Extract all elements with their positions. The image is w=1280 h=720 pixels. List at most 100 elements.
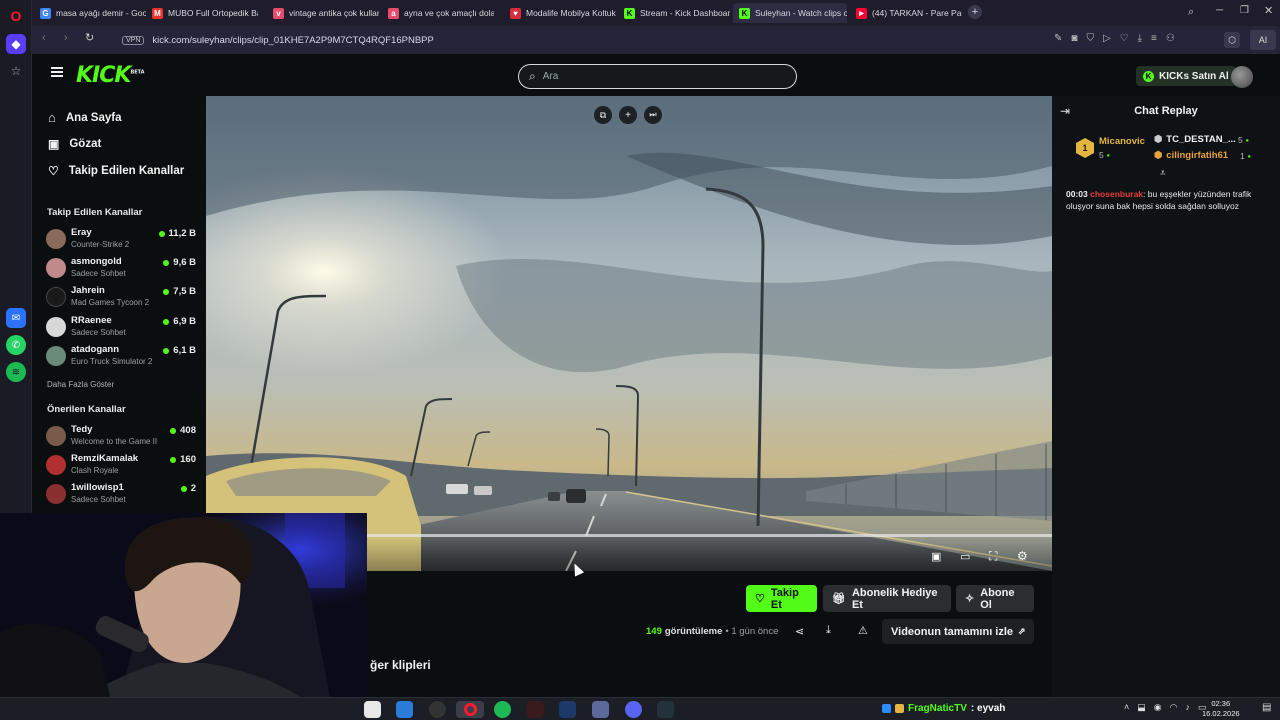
file-explorer-icon[interactable] [364, 701, 381, 718]
tab-google[interactable]: Gmasa ayağı demir - Googl [34, 3, 146, 23]
followed-channel[interactable]: asmongold Sadece Sohbet 9,6 B [46, 255, 196, 281]
webcam-frame [0, 513, 367, 697]
vpn-badge[interactable]: VPN [122, 35, 145, 45]
aria-icon[interactable]: ◆ [6, 34, 26, 54]
tray-arrow-icon[interactable]: ˄ [1124, 702, 1129, 713]
url-text[interactable]: kick.com/suleyhan/clips/clip_01KHE7A2P9M… [152, 35, 433, 46]
pip-icon[interactable]: ▣ [931, 550, 941, 563]
network-app-icon[interactable] [592, 701, 609, 718]
tray-app-icon[interactable]: ⬓ [1137, 702, 1146, 713]
reload-icon[interactable]: ↻ [85, 31, 94, 44]
skip-icon[interactable]: ⏭ [644, 106, 662, 124]
restore-icon[interactable]: ❐ [1240, 5, 1249, 16]
spotify-icon[interactable]: ≋ [6, 362, 26, 382]
notifications-icon[interactable]: ▤ [1262, 702, 1271, 713]
theater-mode-icon[interactable]: ▭ [960, 550, 970, 563]
nav-home[interactable]: ⌂ Ana Sayfa [48, 110, 121, 125]
gift-sub-button[interactable]: 🎁︎ Abonelik Hediye Et [823, 585, 951, 612]
channel-category: Welcome to the Game II [71, 437, 158, 446]
messenger-icon[interactable]: ✉ [6, 308, 26, 328]
report-icon[interactable]: ⚠ [858, 624, 868, 637]
new-tab-icon[interactable]: + [968, 5, 982, 19]
extensions-icon[interactable]: ⬡ [1224, 32, 1240, 48]
video-player[interactable]: ⧉ + ⏭ ▣ ▭ ⛶ ⚙ [206, 96, 1052, 571]
download-clip-icon[interactable]: ⤓ [826, 624, 831, 637]
recommended-channel[interactable]: 1willowisp1 Sadece Sohbet 2 [46, 481, 196, 507]
kick-logo[interactable]: KICKBETA [76, 63, 145, 88]
leader-row[interactable]: ⬢ TC_DESTAN_... [1154, 134, 1236, 145]
add-clip-icon[interactable]: + [619, 106, 637, 124]
download-icon[interactable]: ⤓ [1138, 33, 1142, 44]
ai-button[interactable]: AI [1250, 30, 1276, 50]
heart-outline-icon[interactable]: ♡ [1120, 33, 1129, 44]
leader-name: cilingirfatih61 [1166, 150, 1229, 161]
opera-taskbar-button[interactable] [456, 701, 484, 718]
leader-count-value: 1 [1240, 151, 1245, 161]
back-icon[interactable]: ‹ [42, 32, 46, 44]
pinboard-icon[interactable]: ☆ [6, 61, 26, 81]
leader-name[interactable]: Micanovic [1099, 136, 1145, 147]
channel-category: Counter-Strike 2 [71, 240, 130, 249]
clock[interactable]: 02:36 16.02.2026 [1202, 699, 1240, 719]
leader-row[interactable]: ⬢ cilingirfatih61 [1154, 150, 1228, 161]
obs-icon[interactable] [429, 701, 446, 718]
recommended-channel[interactable]: Tedy Welcome to the Game II 408 [46, 423, 196, 449]
expand-leaderboard-icon[interactable]: ⩡ [1160, 168, 1166, 179]
nav-browse[interactable]: ▣ Gözat [48, 137, 101, 151]
subscribe-button[interactable]: ✧ Abone Ol [956, 585, 1034, 612]
volume-icon[interactable]: ♪ [1186, 702, 1191, 713]
followed-channel[interactable]: Jahrein Mad Games Tycoon 2 7,5 B [46, 284, 196, 310]
tab-label: MUBO Full Ortopedik Baz [168, 8, 258, 18]
tab-ayna[interactable]: a ayna ve çok amaçlı dolap [382, 3, 494, 23]
tab-modalife[interactable]: ♥ Modalife Mobilya Koltuk, [504, 3, 616, 23]
tab-youtube[interactable]: ▶ (44) TARKAN - Pare Pare ( [850, 3, 962, 23]
forward-icon[interactable]: › [64, 32, 68, 44]
close-window-icon[interactable]: ✕ [1264, 4, 1273, 17]
settings-icon[interactable]: ⚙ [1017, 549, 1028, 563]
webcam-overlay [0, 513, 367, 697]
hamburger-menu-icon[interactable] [51, 67, 63, 77]
tray-mic-icon[interactable]: ◉ [1154, 702, 1162, 713]
fullscreen-icon[interactable]: ⛶ [989, 549, 997, 564]
tab-search-icon[interactable]: ⌕ [1188, 6, 1194, 19]
menu-icon[interactable]: ≡ [1151, 33, 1157, 44]
spotify-taskbar-icon[interactable] [494, 701, 511, 718]
discord-icon[interactable] [625, 701, 642, 718]
edit-icon[interactable]: ✎ [1054, 33, 1062, 44]
whatsapp-icon[interactable]: ✆ [6, 335, 26, 355]
url-bar[interactable]: VPN kick.com/suleyhan/clips/clip_01KHE7A… [122, 31, 434, 49]
minimize-icon[interactable]: ─ [1216, 5, 1223, 16]
wifi-icon[interactable]: ◠ [1170, 702, 1178, 713]
buy-kicks-button[interactable]: K KICKs Satın Al [1136, 66, 1236, 86]
show-more-link[interactable]: Daha Fazla Göster [47, 380, 114, 389]
rank-badge: 1 [1076, 138, 1094, 158]
follow-button[interactable]: ♡ Takip Et [746, 585, 817, 612]
search-input[interactable]: ⌕ Ara [518, 64, 797, 89]
opera-logo-icon[interactable]: O [6, 6, 26, 26]
profile-icon[interactable]: ⚇ [1166, 33, 1175, 44]
channel-name: asmongold [71, 256, 122, 267]
tab-kick-dashboard[interactable]: K Stream - Kick Dashboard [618, 3, 730, 23]
chat-message: 00:03 chosenburak: bu eşşekler yüzünden … [1066, 188, 1272, 213]
followed-channel[interactable]: atadogann Euro Truck Simulator 2 6,1 B [46, 343, 196, 369]
watch-full-button[interactable]: Videonun tamamını izle ⇗ [882, 619, 1034, 644]
tab-mubo[interactable]: M MUBO Full Ortopedik Baz [146, 3, 258, 23]
followed-channel[interactable]: Eray Counter-Strike 2 11,2 B [46, 226, 196, 252]
clip-icon[interactable]: ⧉ [594, 106, 612, 124]
camera-icon[interactable]: ◙ [1071, 33, 1077, 44]
terminal-icon[interactable] [657, 701, 674, 718]
shield-icon[interactable]: ⛉ [1086, 33, 1094, 44]
message-user[interactable]: chosenburak [1090, 189, 1143, 199]
nav-following[interactable]: ♡ Takip Edilen Kanallar [48, 164, 184, 178]
user-avatar[interactable] [1231, 66, 1253, 88]
tab-vintage[interactable]: v vintage antika çok kullanı [267, 3, 379, 23]
steam-icon[interactable] [559, 701, 576, 718]
followed-channel[interactable]: RRaenee Sadece Sohbet 6,9 B [46, 314, 196, 340]
share-icon[interactable]: ⋖ [795, 625, 804, 638]
mail-icon[interactable] [396, 701, 413, 718]
nav-browse-label: Gözat [69, 138, 102, 150]
tab-suleyhan-clips[interactable]: K Suleyhan - Watch clips on [733, 3, 847, 23]
play-icon[interactable]: ▷ [1103, 33, 1111, 44]
app-icon[interactable] [527, 701, 544, 718]
recommended-channel[interactable]: RemziKamalak Clash Royale 160 [46, 452, 196, 478]
